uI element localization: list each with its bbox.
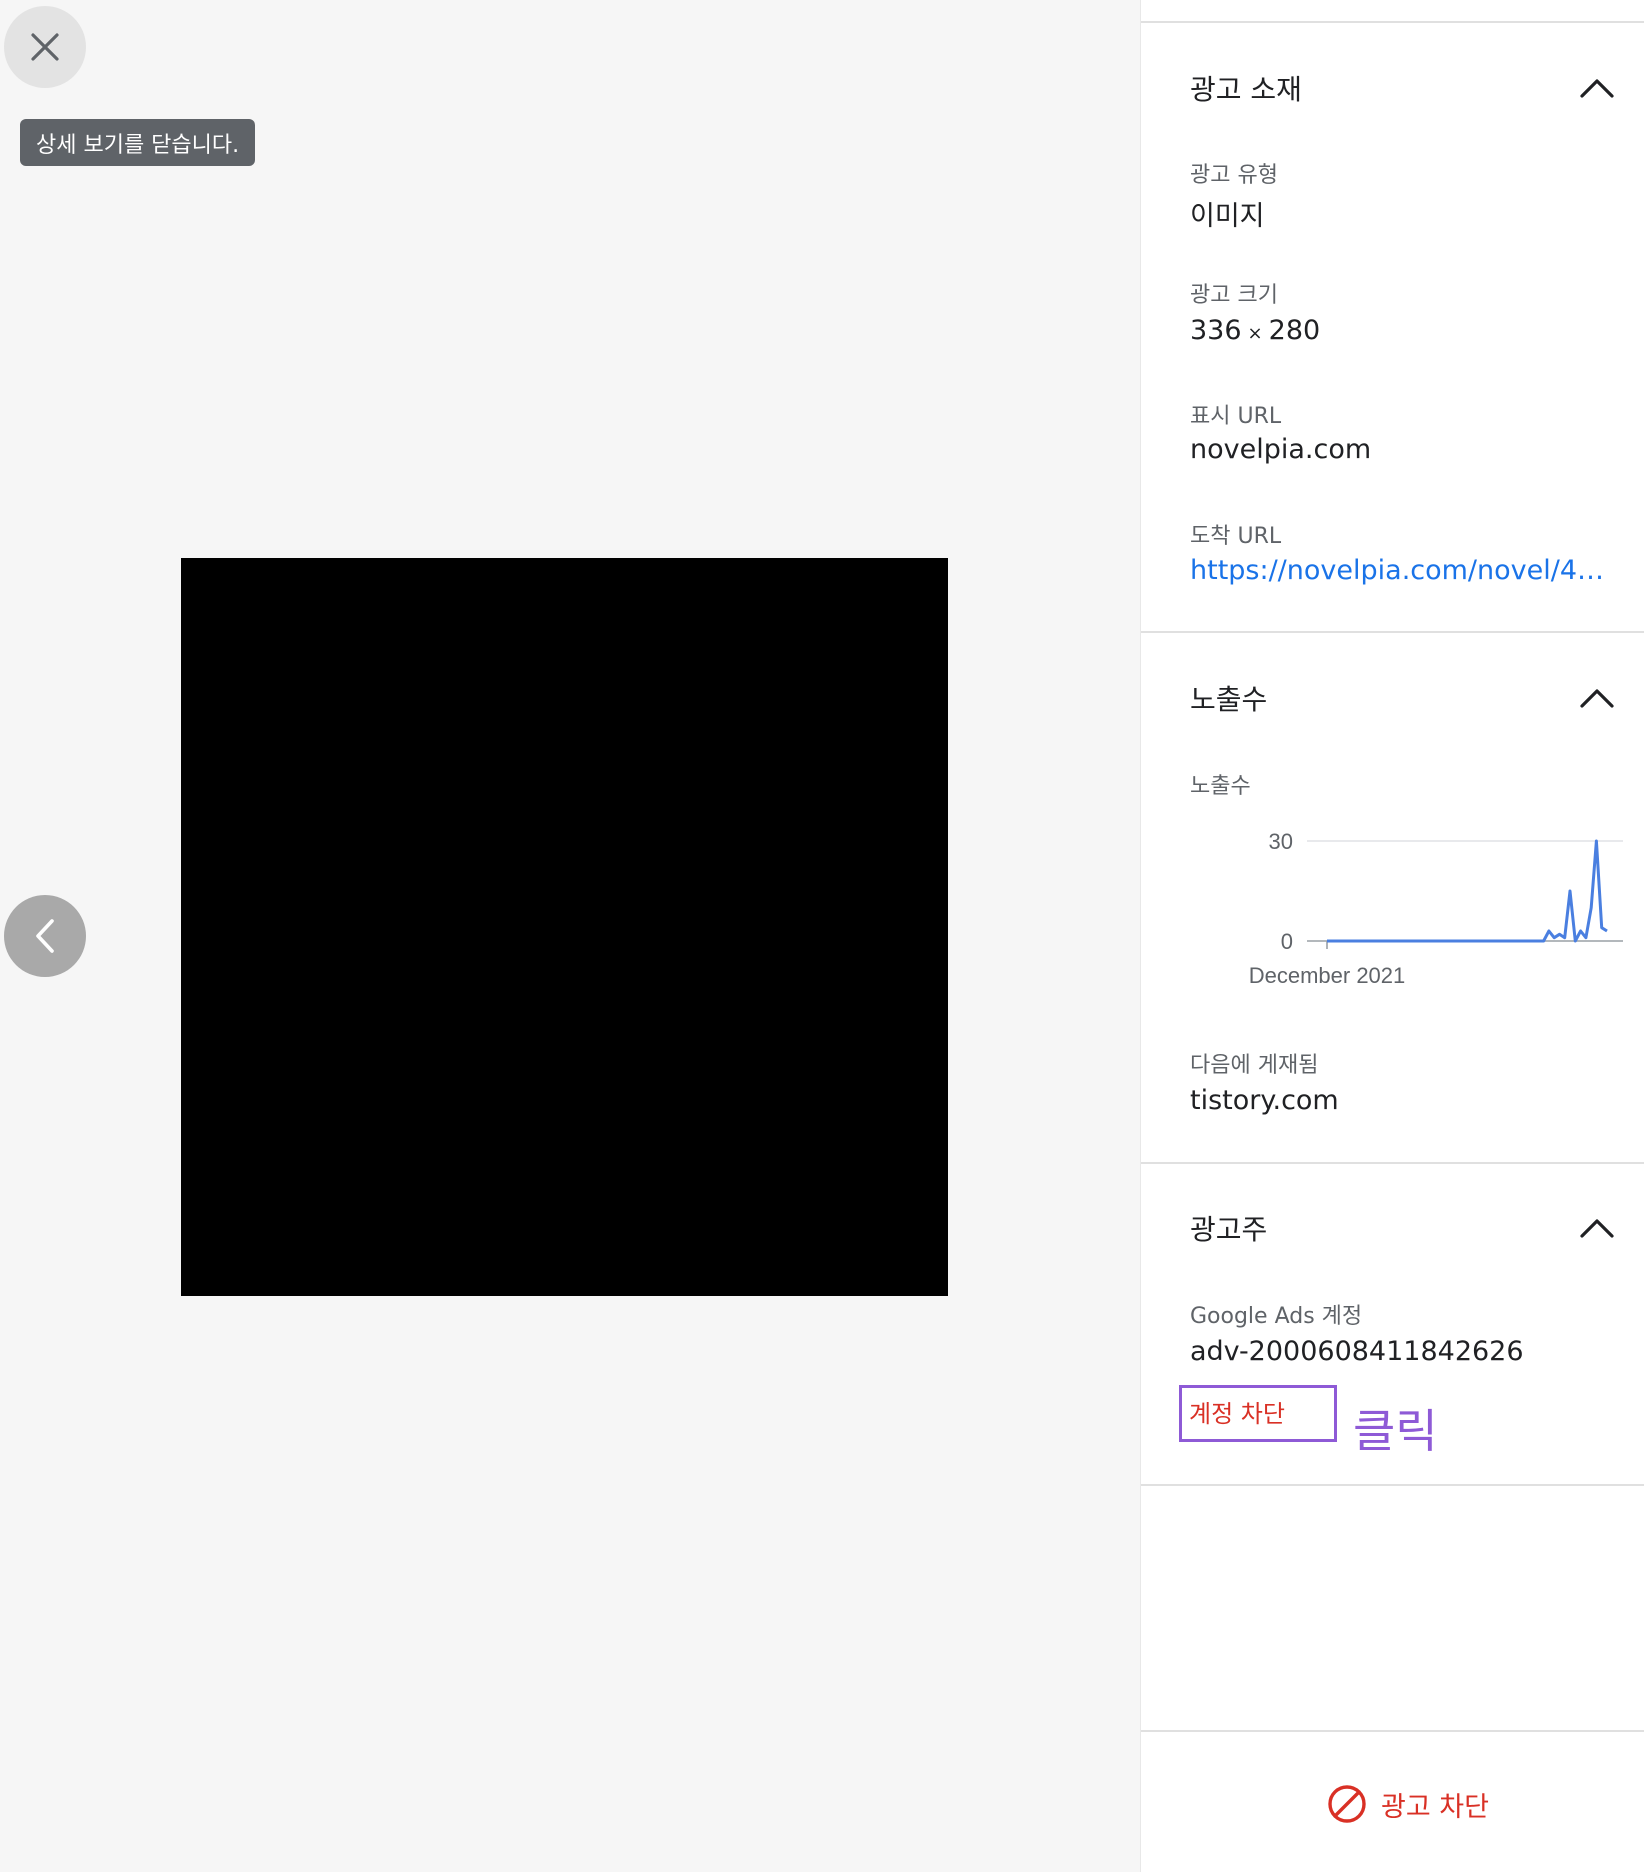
ad-size-times: × xyxy=(1247,323,1263,344)
block-account-button[interactable]: 계정 차단 xyxy=(1179,1385,1337,1442)
display-url-label: 표시 URL xyxy=(1190,404,1282,429)
y-tick-label: 30 xyxy=(1269,829,1293,854)
chevron-left-icon xyxy=(36,919,54,953)
close-icon xyxy=(31,33,59,61)
ad-size-width: 336 xyxy=(1190,315,1242,346)
block-ad-label: 광고 차단 xyxy=(1381,1791,1489,1823)
impressions-chart-label: 노출수 xyxy=(1190,774,1251,799)
placement-value: tistory.com xyxy=(1190,1085,1339,1116)
display-url-value: novelpia.com xyxy=(1190,434,1372,465)
ad-size-height: 280 xyxy=(1268,315,1321,346)
section-title-advertiser: 광고주 xyxy=(1190,1213,1268,1246)
impressions-chart: 0 30 December 2021 xyxy=(1249,829,1623,988)
y-tick-label: 0 xyxy=(1281,929,1293,954)
google-ads-account-value: adv-2000608411842626 xyxy=(1190,1336,1524,1367)
divider xyxy=(1141,21,1644,23)
ad-size-label: 광고 크기 xyxy=(1190,283,1278,308)
section-title-impressions: 노출수 xyxy=(1190,683,1268,716)
landing-url-link[interactable]: https://novelpia.com/novel/4302... xyxy=(1190,555,1620,586)
chevron-up-icon[interactable] xyxy=(1579,1217,1615,1239)
ad-type-value: 이미지 xyxy=(1190,201,1265,232)
divider xyxy=(1141,1162,1644,1164)
impressions-series-line xyxy=(1327,839,1608,943)
chevron-up-icon[interactable] xyxy=(1579,77,1615,99)
divider xyxy=(1141,1484,1644,1486)
block-icon xyxy=(1328,1785,1366,1823)
click-annotation: 클릭 xyxy=(1353,1404,1438,1458)
chevron-up-icon[interactable] xyxy=(1579,687,1615,709)
close-tooltip: 상세 보기를 닫습니다. xyxy=(20,119,256,166)
ad-type-label: 광고 유형 xyxy=(1190,163,1278,188)
block-ad-button[interactable]: 광고 차단 xyxy=(1327,1784,1489,1824)
ad-size-value: 336 × 280 xyxy=(1190,315,1320,346)
x-tick-label: December 2021 xyxy=(1249,963,1406,988)
ad-creative-preview xyxy=(181,558,948,1296)
divider xyxy=(1141,631,1644,633)
section-title-creative: 광고 소재 xyxy=(1190,73,1302,106)
placement-label: 다음에 게재됨 xyxy=(1190,1053,1319,1078)
previous-button[interactable] xyxy=(4,895,86,977)
close-button[interactable] xyxy=(4,6,86,88)
divider xyxy=(1141,1730,1644,1732)
landing-url-label: 도착 URL xyxy=(1190,524,1282,549)
google-ads-account-label: Google Ads 계정 xyxy=(1190,1304,1363,1329)
detail-panel: 광고 소재 광고 유형 이미지 광고 크기 336 × 280 표시 URL nov… xyxy=(1140,0,1644,1872)
